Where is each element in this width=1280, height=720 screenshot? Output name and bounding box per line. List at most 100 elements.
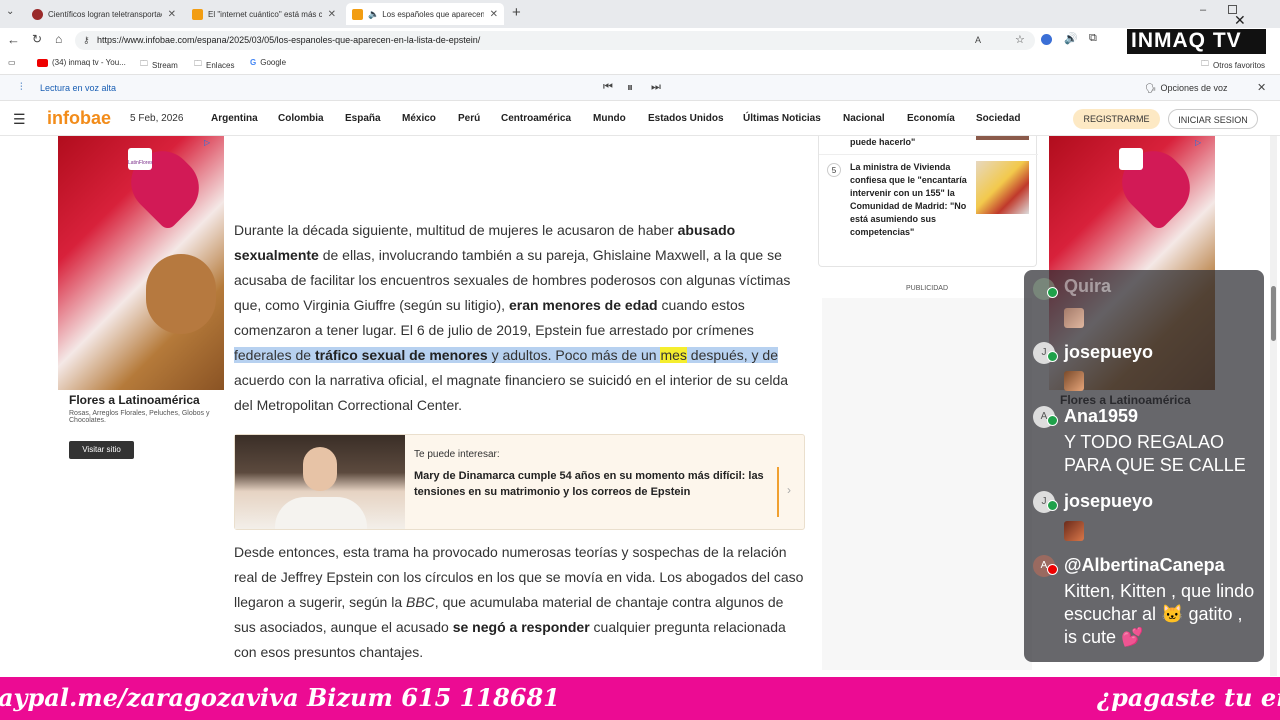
- register-button[interactable]: REGISTRARME: [1073, 109, 1160, 129]
- tab-close-icon[interactable]: ✕: [490, 9, 498, 20]
- pause-icon[interactable]: ⏸: [627, 80, 633, 95]
- ad-image: LatinFlores ▷: [58, 136, 224, 390]
- menu-search-icon[interactable]: ☰: [13, 111, 26, 128]
- tab-1[interactable]: Científicos logran teletransportació ✕: [26, 3, 182, 25]
- ad-info-icon[interactable]: ▷: [1195, 138, 1201, 147]
- folder-icon: 🗀: [194, 59, 202, 68]
- read-aloud-bar: ⫶ Lectura en voz alta ⏮ ⏸ ⏭ 🗣 Opciones de…: [0, 75, 1280, 101]
- back-icon[interactable]: ←: [7, 32, 20, 47]
- login-button[interactable]: INICIAR SESION: [1168, 109, 1258, 129]
- url-input[interactable]: ⚷ https://www.infobae.com/espana/2025/03…: [75, 31, 1035, 50]
- site-logo[interactable]: infobae: [47, 108, 111, 129]
- publicidad-label: PUBLICIDAD: [905, 285, 948, 292]
- nav-nacional[interactable]: Nacional: [843, 113, 885, 124]
- tab-list-chevron-icon[interactable]: ⌄: [6, 6, 14, 17]
- article-paragraph-2: Desde entonces, esta trama ha provocado …: [234, 540, 808, 665]
- site-date: 5 Feb, 2026: [130, 113, 184, 124]
- bookmark-other[interactable]: 🗀 Otros favoritos: [1201, 58, 1265, 72]
- speaker-icon[interactable]: 🔊: [1064, 32, 1078, 45]
- page-scrollbar[interactable]: [1270, 136, 1277, 676]
- nav-argentina[interactable]: Argentina: [211, 113, 258, 124]
- bookmarks-menu-icon[interactable]: ▭: [8, 58, 16, 67]
- bookmark-label: Enlaces: [206, 60, 235, 70]
- read-aloud-icon[interactable]: A: [975, 31, 981, 50]
- nav-sociedad[interactable]: Sociedad: [976, 113, 1020, 124]
- chevron-right-icon[interactable]: ›: [787, 483, 791, 497]
- live-chat-overlay: Quira J josepueyo A Ana1959 Y TODO REGAL…: [1024, 270, 1264, 662]
- tab-2[interactable]: El "internet cuántico" está más cer ✕: [186, 3, 342, 25]
- youtube-badge-icon: [1047, 564, 1058, 575]
- member-badge-icon: [1047, 351, 1058, 362]
- tab-close-icon[interactable]: ✕: [328, 9, 336, 20]
- related-card[interactable]: Te puede interesar: Mary de Dinamarca cu…: [234, 434, 805, 530]
- chat-username: josepueyo: [1064, 491, 1154, 511]
- emote-icon: [1064, 521, 1084, 541]
- nav-centroamerica[interactable]: Centroamérica: [501, 113, 571, 124]
- nav-mundo[interactable]: Mundo: [593, 113, 626, 124]
- most-read-item-title[interactable]: La ministra de Vivienda confiesa que le …: [850, 161, 968, 239]
- previous-item-tail[interactable]: puede hacerlo": [850, 137, 915, 147]
- text: acuerdo con la narrativa oficial, el mag…: [234, 372, 789, 413]
- new-tab-button[interactable]: +: [512, 4, 521, 21]
- speaker-icon: 🔈: [368, 8, 380, 19]
- ad-title: Flores a Latinoamérica: [69, 393, 200, 407]
- nav-economia[interactable]: Economía: [907, 113, 955, 124]
- youtube-icon: [37, 58, 48, 67]
- extensions-icon[interactable]: ⧉: [1089, 32, 1097, 45]
- nav-mexico[interactable]: México: [402, 113, 436, 124]
- reload-icon[interactable]: ↻: [32, 32, 42, 46]
- related-title[interactable]: Mary de Dinamarca cumple 54 años en su m…: [414, 468, 769, 500]
- most-read-item-image: [976, 161, 1029, 214]
- tab-3-active[interactable]: 🔈 Los españoles que aparecen e ✕: [346, 3, 504, 25]
- bookmark-stream[interactable]: 🗀 Stream: [140, 58, 178, 72]
- minimize-icon[interactable]: –: [1200, 4, 1206, 16]
- bookmark-label: Otros favoritos: [1213, 60, 1266, 70]
- text: Durante la década siguiente, multitud de…: [234, 222, 678, 238]
- antenna-icon: ✕: [1234, 12, 1246, 28]
- tab-close-icon[interactable]: ✕: [168, 9, 176, 20]
- read-aloud-icon: ⫶: [20, 82, 23, 93]
- nav-ultimas-noticias[interactable]: Últimas Noticias: [743, 113, 821, 124]
- logo-text: INMAQ TV: [1131, 29, 1242, 52]
- member-badge-icon: [1047, 415, 1058, 426]
- star-icon[interactable]: ☆: [1015, 31, 1025, 50]
- inmaq-tv-logo: ✕ INMAQ TV: [1127, 12, 1266, 54]
- brand-logo-text: LatinFlores: [128, 160, 153, 166]
- folder-icon: 🗀: [1201, 59, 1209, 68]
- ad-cta-button[interactable]: Visitar sitio: [69, 441, 134, 459]
- portrait-body: [275, 497, 367, 529]
- voice-icon: 🗣: [1145, 83, 1157, 93]
- highlight-text: y adultos. Poco más de un: [487, 347, 661, 363]
- next-icon[interactable]: ⏭: [651, 81, 661, 94]
- ad-info-icon[interactable]: ▷: [204, 138, 210, 147]
- chat-message: Y TODO REGALAO PARA QUE SE CALLE: [1064, 432, 1246, 475]
- bookmark-enlaces[interactable]: 🗀 Enlaces: [194, 58, 234, 72]
- profile-icon[interactable]: [1041, 34, 1052, 45]
- bookmark-google[interactable]: G Google: [250, 58, 286, 67]
- emote-icon: [1064, 371, 1084, 391]
- nav-peru[interactable]: Perú: [458, 113, 480, 124]
- previous-icon[interactable]: ⏮: [603, 81, 613, 94]
- bold-text: se negó a responder: [452, 619, 590, 635]
- tab-bar: ⌄ Científicos logran teletransportació ✕…: [0, 0, 1280, 28]
- italic-text: BBC: [406, 594, 435, 610]
- ad-placeholder: [822, 298, 1032, 670]
- left-ad[interactable]: LatinFlores ▷ Flores a Latinoamérica Ros…: [58, 136, 224, 466]
- address-bar: ← ↻ ⌂ ⚷ https://www.infobae.com/espana/2…: [0, 28, 1280, 53]
- home-icon[interactable]: ⌂: [55, 32, 62, 46]
- member-badge-icon: [1047, 500, 1058, 511]
- site-info-icon[interactable]: ⚷: [83, 31, 90, 50]
- site-header: ☰ infobae 5 Feb, 2026 Argentina Colombia…: [0, 101, 1280, 136]
- voice-options-label: Opciones de voz: [1160, 83, 1228, 93]
- chat-username: josepueyo: [1064, 342, 1154, 362]
- chat-username: Ana1959: [1064, 406, 1139, 426]
- tab-title: Científicos logran teletransportació: [48, 9, 162, 19]
- close-read-aloud-icon[interactable]: ✕: [1257, 81, 1266, 94]
- nav-espana[interactable]: España: [345, 113, 381, 124]
- google-icon: G: [250, 58, 257, 67]
- voice-options-button[interactable]: 🗣 Opciones de voz: [1145, 83, 1227, 94]
- scrollbar-thumb[interactable]: [1271, 286, 1276, 341]
- nav-colombia[interactable]: Colombia: [278, 113, 324, 124]
- nav-estados-unidos[interactable]: Estados Unidos: [648, 113, 724, 124]
- bookmark-youtube[interactable]: (34) inmaq tv - You...: [37, 58, 126, 67]
